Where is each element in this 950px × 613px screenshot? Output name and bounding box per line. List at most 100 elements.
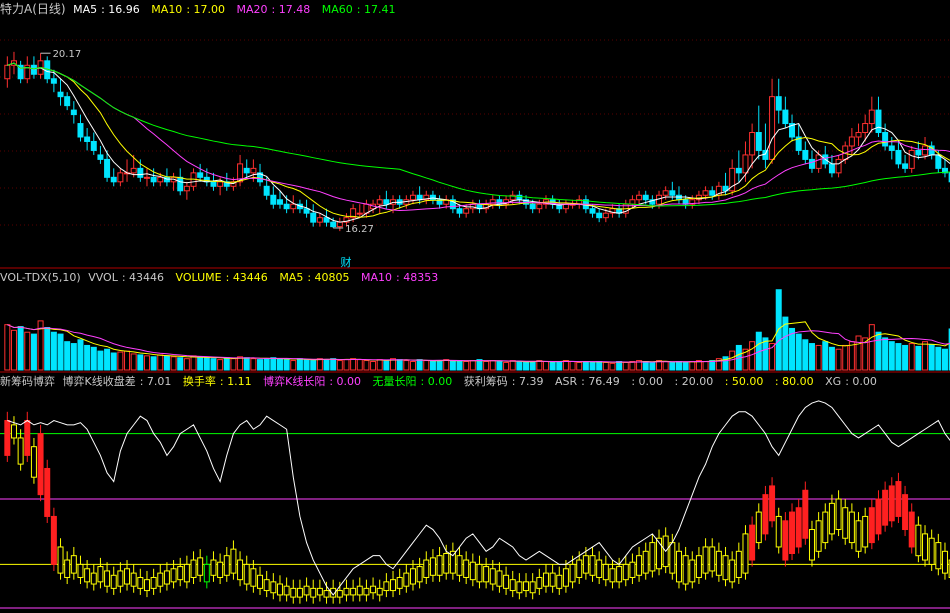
game-k-body: [143, 579, 150, 592]
game-k-body: [669, 542, 676, 574]
candle-body: [290, 203, 297, 210]
volume-bar: [536, 360, 543, 371]
volume-bar: [90, 346, 97, 371]
volume-bar: [223, 357, 230, 371]
volume-header: VOL-TDX(5,10) VVOL: 43446 VOLUME: 43446 …: [0, 270, 446, 285]
game-k-body: [556, 574, 563, 589]
game-k-body: [429, 557, 436, 576]
candle-body: [642, 194, 649, 201]
volume-bar: [682, 361, 689, 371]
game-k-body: [682, 555, 689, 585]
volume-bar: [489, 360, 496, 371]
volume-bar: [456, 360, 463, 371]
game-k-body: [895, 481, 902, 517]
volume-bar: [343, 359, 350, 371]
game-k-body: [4, 420, 11, 456]
game-k-body: [855, 520, 862, 552]
game-k-body: [576, 559, 583, 578]
event-marker: 财: [340, 255, 351, 269]
volume-bar: [50, 331, 57, 371]
game-k-body: [356, 585, 363, 596]
game-k-body: [935, 542, 942, 570]
volume-bar: [396, 359, 403, 371]
game-k-body: [882, 489, 889, 526]
candle-body: [802, 149, 809, 160]
game-k-body: [529, 581, 536, 594]
volume-bar: [210, 358, 217, 371]
volume-bar: [569, 361, 576, 371]
volume-bar: [403, 360, 410, 371]
game-k-body: [230, 548, 237, 574]
game-k-body: [197, 557, 204, 576]
game-k-body: [50, 515, 57, 565]
candle-body: [902, 163, 909, 169]
volume-bar: [77, 339, 84, 371]
volume-bar: [17, 326, 24, 371]
volume-bar: [882, 337, 889, 371]
game-k-body: [808, 529, 815, 561]
candle-body: [84, 136, 91, 142]
candle-body: [882, 132, 889, 147]
candle-body: [915, 149, 922, 156]
game-k-body: [383, 581, 390, 592]
game-k-body: [290, 587, 297, 598]
game-k-body: [270, 581, 277, 594]
game-k-body: [163, 570, 170, 585]
volume-bar: [902, 344, 909, 371]
candle-body: [855, 132, 862, 138]
volume-bar: [935, 346, 942, 371]
game-k-body: [250, 568, 257, 587]
game-k-body: [423, 559, 430, 578]
candle-body: [589, 208, 596, 214]
candle-body: [143, 176, 150, 179]
game-k-body: [363, 587, 370, 596]
game-k-body: [396, 576, 403, 589]
volume-bar: [463, 361, 470, 371]
vol-title: VOL-TDX(5,10): [0, 271, 81, 284]
game-k-body: [350, 587, 357, 596]
candle-body: [669, 190, 676, 196]
volume-bar: [376, 359, 383, 371]
game-k-body: [675, 550, 682, 583]
game-k-body: [183, 563, 190, 583]
game-k-body: [589, 555, 596, 576]
game-k-body: [44, 467, 51, 517]
candle-body: [456, 208, 463, 214]
game-k-body: [403, 572, 410, 587]
game-k-body: [715, 550, 722, 576]
candle-body: [243, 167, 250, 174]
volume-bar: [143, 355, 150, 371]
volume-bar: [602, 361, 609, 371]
level0-label: : 0.00: [631, 375, 664, 388]
ma60-label: MA60: 17.41: [321, 3, 396, 16]
game-k-body: [409, 568, 416, 585]
game-k-body: [210, 559, 217, 576]
volume-bar: [363, 360, 370, 371]
volume-bar: [629, 361, 636, 371]
game-k-body: [496, 570, 503, 587]
game-k-body: [523, 581, 530, 592]
candle-body: [356, 212, 363, 215]
volume-bar: [316, 358, 323, 371]
game-k-body: [323, 590, 330, 598]
game-k-body: [456, 555, 463, 576]
volume-bar: [310, 360, 317, 371]
game-k-body: [190, 559, 197, 578]
candle-body: [383, 199, 390, 205]
candle-body: [815, 154, 822, 169]
volume-bar: [84, 344, 91, 371]
xg-label: XG: 0.00: [825, 375, 877, 388]
volume-bar: [230, 358, 237, 371]
volume-bar: [509, 360, 516, 371]
game-k-body: [902, 494, 909, 531]
volume-bar: [822, 341, 829, 371]
game-k-body: [177, 566, 184, 581]
volume-bar: [596, 361, 603, 371]
candle-body: [602, 212, 609, 219]
game-k-body: [642, 550, 649, 574]
candle-body: [336, 221, 343, 228]
volume-bar: [549, 361, 556, 371]
candle-body: [57, 91, 64, 98]
candle-body: [908, 149, 915, 169]
volume-bar: [197, 356, 204, 371]
